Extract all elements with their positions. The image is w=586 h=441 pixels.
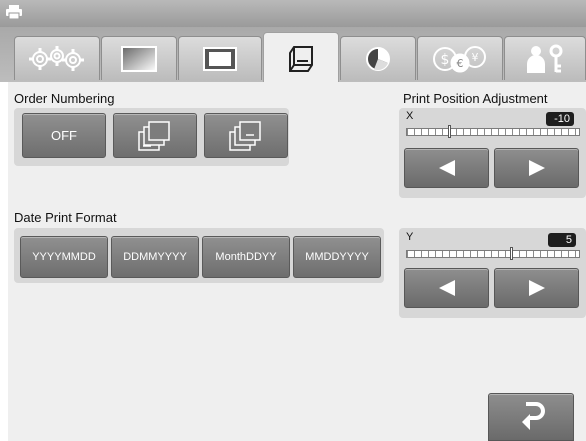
pie-chart-icon: [366, 46, 390, 71]
arrow-right-icon: [528, 280, 545, 296]
x-scale: [406, 128, 580, 136]
x-axis-label: X: [406, 110, 414, 122]
tab-strip: $ € ¥: [0, 27, 586, 84]
tab-pie-chart[interactable]: [340, 36, 416, 80]
order-numbering-label: Order Numbering: [14, 91, 115, 106]
gears-icon: [29, 45, 84, 71]
tab-settings[interactable]: [14, 36, 100, 80]
arrow-left-icon: [438, 160, 455, 176]
arrow-left-icon: [438, 280, 455, 296]
x-scale-pointer[interactable]: [448, 125, 451, 138]
x-left-button[interactable]: [404, 148, 489, 188]
y-scale: [406, 250, 580, 258]
date-format-monthddyy-button[interactable]: MonthDDYY: [202, 236, 290, 278]
x-value-badge: -10: [546, 112, 574, 126]
top-bar: [0, 0, 586, 27]
x-right-button[interactable]: [494, 148, 579, 188]
date-format-mmddyyyy-button[interactable]: MMDDYYYY: [293, 236, 381, 278]
date-format-yyyymmdd-button[interactable]: YYYYMMDD: [20, 236, 108, 278]
tab-gradient-frame[interactable]: [101, 36, 177, 80]
printer-icon: [6, 5, 22, 19]
y-axis-label: Y: [406, 231, 414, 243]
tab-paper-tray[interactable]: [263, 32, 339, 84]
y-right-button[interactable]: [494, 268, 579, 308]
date-format-ddmmyyyy-button[interactable]: DDMMYYYY: [111, 236, 199, 278]
return-arrow-icon: [522, 402, 545, 430]
tab-border-frame[interactable]: [178, 36, 262, 80]
stacked-pages-icon: [138, 120, 170, 151]
person-key-icon: [527, 44, 563, 73]
svg-text:$: $: [441, 52, 450, 68]
order-numbering-style2-button[interactable]: [204, 113, 288, 158]
svg-text:¥: ¥: [472, 51, 479, 64]
border-frame-icon: [203, 46, 237, 71]
tab-currency[interactable]: $ € ¥: [417, 36, 503, 80]
paper-tray-icon: [289, 45, 313, 72]
tab-person-key[interactable]: [504, 36, 586, 80]
print-position-label: Print Position Adjustment: [403, 91, 548, 106]
stacked-pages-icon: [229, 120, 261, 151]
currency-icon: $ € ¥: [433, 45, 486, 72]
back-button[interactable]: [488, 393, 574, 441]
y-scale-pointer[interactable]: [510, 247, 513, 260]
order-numbering-off-button[interactable]: OFF: [22, 113, 106, 158]
order-numbering-style1-button[interactable]: [113, 113, 197, 158]
date-print-format-label: Date Print Format: [14, 210, 117, 225]
arrow-right-icon: [528, 160, 545, 176]
gradient-frame-icon: [121, 45, 157, 72]
y-value-badge: 5: [548, 233, 576, 247]
y-left-button[interactable]: [404, 268, 489, 308]
svg-text:€: €: [457, 57, 464, 70]
